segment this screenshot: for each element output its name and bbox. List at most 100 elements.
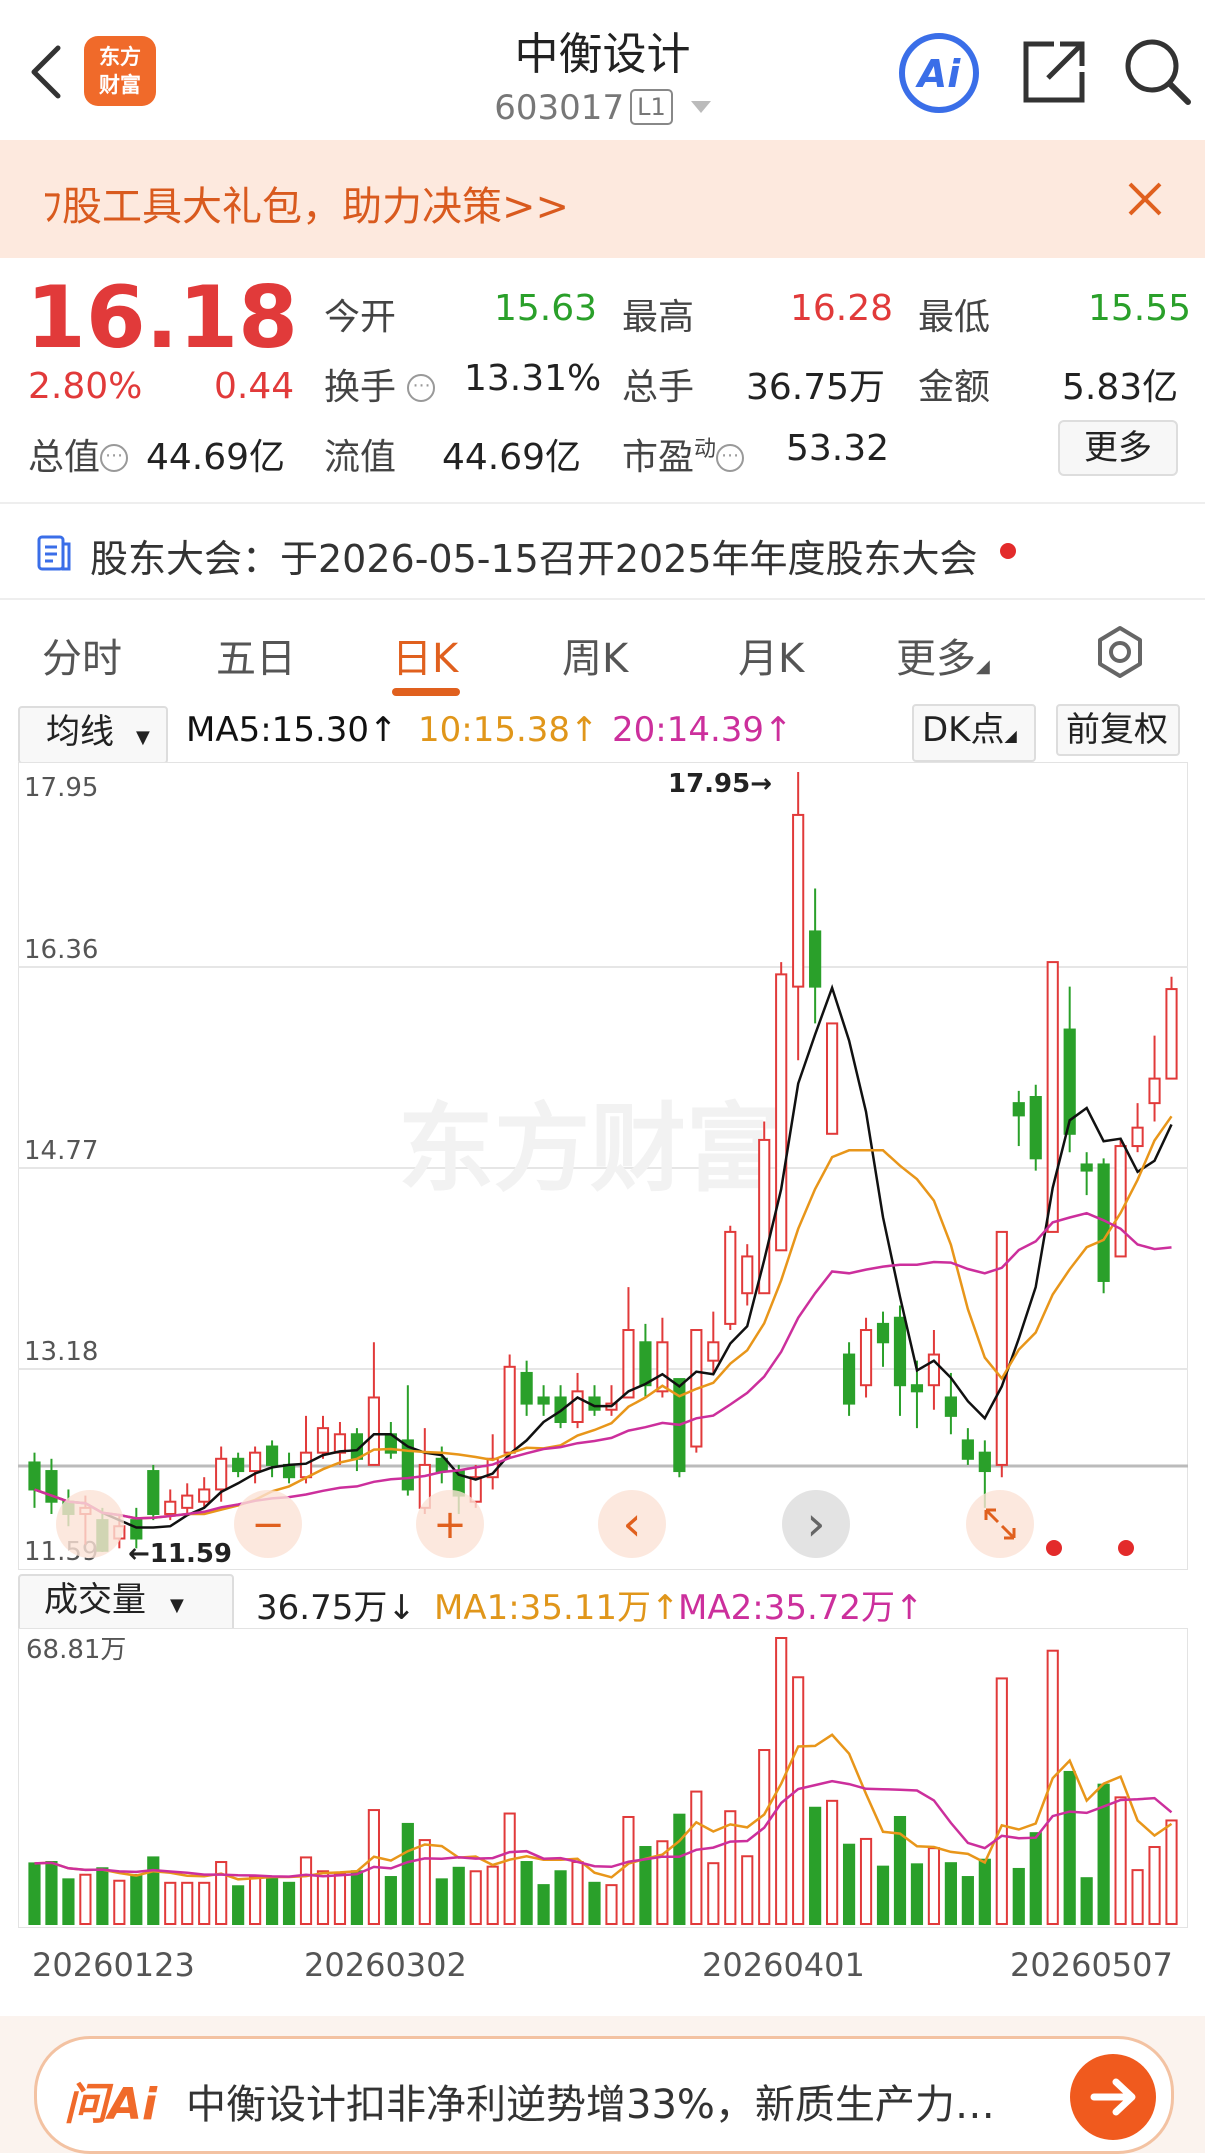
- candle-body: [1012, 1102, 1025, 1117]
- volume-bar: [113, 1879, 126, 1925]
- prev-icon: ‹: [622, 1496, 641, 1552]
- candle-body: [826, 1022, 839, 1135]
- volume-bar: [724, 1810, 737, 1925]
- tab-intraday[interactable]: 分时: [42, 626, 122, 684]
- volume-bar: [486, 1865, 499, 1925]
- volume-bar: [690, 1790, 703, 1925]
- candle-body: [927, 1353, 941, 1387]
- volume-indicator-selector[interactable]: 成交量 ▼: [18, 1574, 234, 1632]
- announcement-row[interactable]: 股东大会：于2026-05-15召开2025年年度股东大会: [0, 504, 1205, 600]
- volume-bar: [299, 1856, 313, 1925]
- candle-body: [520, 1371, 533, 1405]
- stock-code: 603017: [494, 88, 625, 128]
- candle-body: [249, 1451, 262, 1473]
- low-value: 15.55: [1088, 288, 1192, 329]
- volume-bar: [978, 1858, 991, 1925]
- candle-body: [28, 1461, 41, 1491]
- y-tick-label: 16.36: [24, 935, 98, 965]
- dk-point-button[interactable]: DK点◢: [912, 704, 1036, 762]
- volume-bar: [842, 1843, 856, 1925]
- candle-body: [232, 1457, 245, 1473]
- pe-label: 市盈动 ⋯: [622, 428, 745, 480]
- volume-bar: [673, 1813, 686, 1926]
- volume-bar: [503, 1812, 516, 1925]
- volume-bar: [1114, 1796, 1127, 1926]
- change-percent: 2.80%: [28, 366, 143, 407]
- ma20-readout: 20:14.39↑: [612, 710, 793, 750]
- volume-bar: [622, 1815, 635, 1926]
- settings-gear-icon[interactable]: [1092, 624, 1148, 680]
- volume-bar: [198, 1881, 211, 1926]
- volume-bar: [741, 1855, 754, 1925]
- volume-bar: [333, 1872, 347, 1925]
- tab-daily-k[interactable]: 日K: [392, 626, 458, 684]
- dropdown-triangle-icon: [690, 101, 711, 113]
- candle-body: [741, 1255, 754, 1295]
- volume-bar: [232, 1885, 245, 1925]
- volume-bar: [384, 1876, 397, 1925]
- volume-bar: [605, 1884, 618, 1925]
- volume-bar: [927, 1847, 941, 1925]
- volume-bar: [1029, 1832, 1042, 1925]
- go-button[interactable]: [1070, 2054, 1156, 2140]
- ai-assistant-icon[interactable]: Ai: [895, 32, 983, 114]
- volume-bar: [520, 1861, 533, 1925]
- tab-more[interactable]: 更多◢: [896, 626, 990, 684]
- float-label: 流值: [324, 437, 397, 478]
- level-badge: L1: [630, 89, 673, 125]
- candlestick-chart[interactable]: 东方财富 17.95 16.36 14.77 13.18 11.59 17.95…: [18, 762, 1188, 1570]
- candle-body: [961, 1439, 974, 1460]
- amount-value: 5.83亿: [1062, 367, 1179, 408]
- info-icon[interactable]: ⋯: [716, 444, 745, 472]
- candle-body: [876, 1322, 890, 1344]
- volume-bar: [826, 1799, 839, 1925]
- tab-monthly-k[interactable]: 月K: [738, 626, 804, 684]
- volume-bar: [62, 1878, 75, 1925]
- volume-bar: [249, 1876, 262, 1925]
- candle-body: [656, 1341, 669, 1393]
- volume-bar: [944, 1862, 957, 1926]
- candle-body: [622, 1329, 635, 1399]
- info-icon[interactable]: ⋯: [407, 374, 436, 402]
- candle-body: [316, 1427, 330, 1454]
- next-icon: ›: [806, 1496, 825, 1552]
- promo-banner[interactable]: ﾌ股工具大礼包，助力决策>>: [0, 140, 1205, 258]
- mktcap-value: 44.69亿: [146, 437, 286, 478]
- marker-dot: [1118, 1540, 1134, 1556]
- adjust-selector[interactable]: 前复权: [1056, 704, 1180, 756]
- volume-bar: [181, 1881, 194, 1926]
- volume-bar: [1063, 1770, 1076, 1925]
- float-value: 44.69亿: [442, 437, 582, 478]
- high-value: 16.28: [790, 288, 894, 329]
- scroll-left-button[interactable]: [56, 1490, 124, 1558]
- divider: [0, 598, 1205, 600]
- candle-body: [707, 1341, 720, 1362]
- volume-bar: [45, 1861, 58, 1925]
- candle-body: [571, 1390, 584, 1423]
- candle-body: [910, 1384, 924, 1393]
- ma-selector[interactable]: 均线 ▼: [18, 706, 168, 764]
- candle-body: [944, 1396, 957, 1417]
- volume-bar: [418, 1839, 431, 1925]
- open-value: 15.63: [494, 288, 598, 329]
- watermark: 东方财富: [398, 1092, 782, 1205]
- volume-bar: [1012, 1867, 1025, 1925]
- volume-bar: [452, 1866, 465, 1926]
- volume-bar: [876, 1865, 890, 1925]
- search-icon[interactable]: [1122, 36, 1192, 106]
- volume-bar: [282, 1881, 296, 1926]
- active-tab-indicator: [392, 688, 460, 696]
- fullscreen-button[interactable]: [966, 1490, 1034, 1558]
- ma10-readout: 10:15.38↑: [418, 710, 599, 750]
- close-icon[interactable]: [1124, 178, 1166, 220]
- share-icon[interactable]: [1020, 38, 1088, 106]
- volume-bar: [316, 1870, 330, 1925]
- pe-value: 53.32: [786, 428, 890, 469]
- high-label: 最高: [622, 297, 695, 338]
- info-icon[interactable]: ⋯: [100, 444, 129, 472]
- tab-five-day[interactable]: 五日: [216, 626, 296, 684]
- tab-weekly-k[interactable]: 周K: [562, 626, 628, 684]
- volume-max-label: 68.81万: [26, 1635, 126, 1665]
- more-quote-button[interactable]: 更多: [1058, 420, 1178, 476]
- candle-body: [367, 1396, 380, 1466]
